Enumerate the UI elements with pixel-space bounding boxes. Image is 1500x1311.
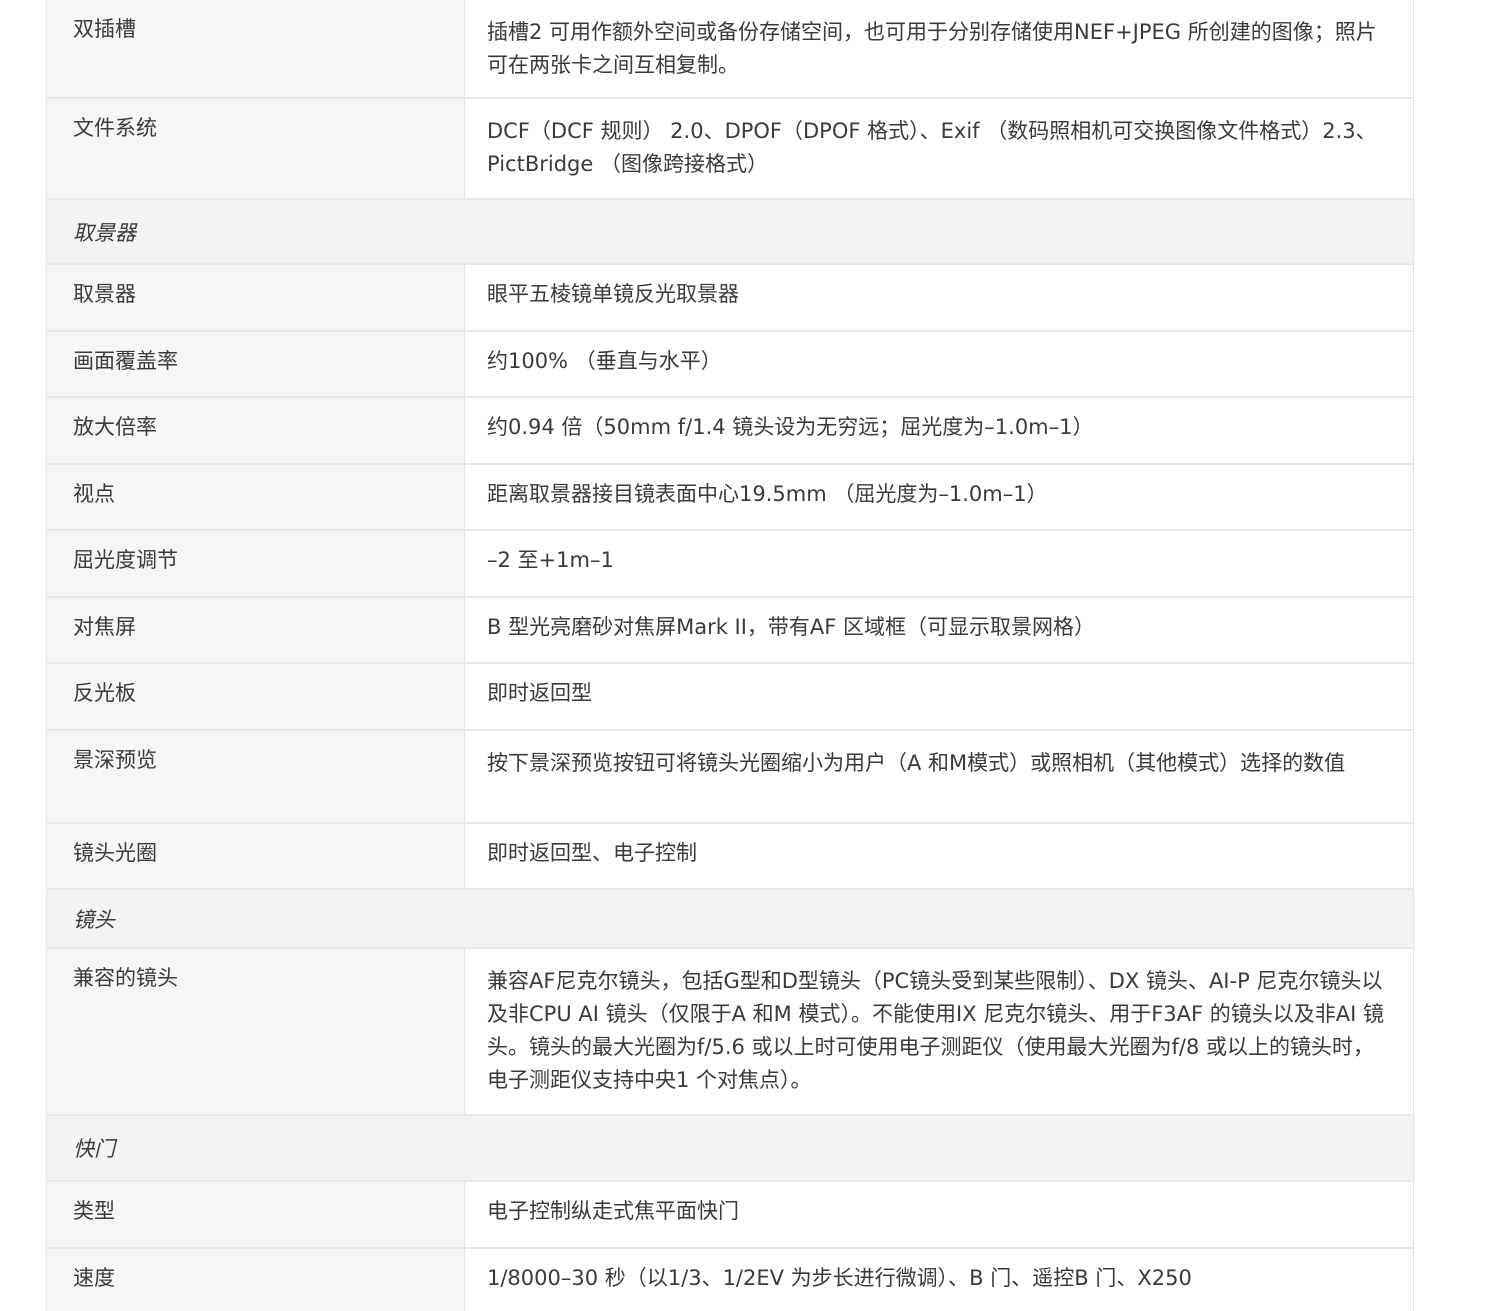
- spec-value: 约100% （垂直与水平）: [487, 349, 722, 373]
- spec-row-file-system: 文件系统 DCF（DCF 规则） 2.0、DPOF（DPOF 格式）、Exif …: [47, 99, 1413, 200]
- spec-label: 反光板: [47, 664, 465, 729]
- spec-row-magnification: 放大倍率 约0.94 倍（50mm f/1.4 镜头设为无穷远；屈光度为–1.0…: [47, 398, 1413, 465]
- section-header-viewfinder: 取景器: [47, 200, 1413, 265]
- spec-row-compatible-lenses: 兼容的镜头 兼容AF尼克尔镜头，包括G型和D型镜头（PC镜头受到某些限制）、DX…: [47, 949, 1413, 1116]
- spec-label: 取景器: [47, 265, 465, 330]
- spec-value: 兼容AF尼克尔镜头，包括G型和D型镜头（PC镜头受到某些限制）、DX 镜头、AI…: [487, 969, 1384, 1092]
- spec-label: 放大倍率: [47, 398, 465, 463]
- spec-value: 约0.94 倍（50mm f/1.4 镜头设为无穷远；屈光度为–1.0m–1）: [487, 415, 1094, 439]
- spec-row-diopter: 屈光度调节 –2 至+1m–1: [47, 531, 1413, 598]
- spec-label: 双插槽: [47, 0, 465, 97]
- spec-row-dual-slot: 双插槽 插槽2 可用作额外空间或备份存储空间，也可用于分别存储使用NEF+JPE…: [47, 0, 1413, 99]
- spec-value: 电子控制纵走式焦平面快门: [487, 1199, 739, 1223]
- spec-value: 按下景深预览按钮可将镜头光圈缩小为用户（A 和M模式）或照相机（其他模式）选择的…: [487, 751, 1346, 775]
- spec-label: 画面覆盖率: [47, 332, 465, 396]
- spec-label: 屈光度调节: [47, 531, 465, 596]
- spec-table: 双插槽 插槽2 可用作额外空间或备份存储空间，也可用于分别存储使用NEF+JPE…: [46, 0, 1414, 1311]
- spec-row-shutter-type: 类型 电子控制纵走式焦平面快门: [47, 1182, 1413, 1249]
- spec-value: 即时返回型、电子控制: [487, 841, 697, 865]
- spec-row-frame-coverage: 画面覆盖率 约100% （垂直与水平）: [47, 332, 1413, 398]
- spec-label: 兼容的镜头: [47, 949, 465, 1114]
- spec-value: 即时返回型: [487, 681, 592, 705]
- spec-row-viewfinder: 取景器 眼平五棱镜单镜反光取景器: [47, 265, 1413, 332]
- section-header-lens: 镜头: [47, 890, 1413, 949]
- spec-value: B 型光亮磨砂对焦屏Mark II，带有AF 区域框（可显示取景网格）: [487, 615, 1096, 639]
- spec-row-depth-of-field-preview: 景深预览 按下景深预览按钮可将镜头光圈缩小为用户（A 和M模式）或照相机（其他模…: [47, 731, 1413, 824]
- spec-label: 对焦屏: [47, 598, 465, 662]
- spec-label: 视点: [47, 465, 465, 529]
- spec-value: 距离取景器接目镜表面中心19.5mm （屈光度为–1.0m–1）: [487, 482, 1048, 506]
- page-margin: [0, 0, 46, 1311]
- spec-row-focusing-screen: 对焦屏 B 型光亮磨砂对焦屏Mark II，带有AF 区域框（可显示取景网格）: [47, 598, 1413, 664]
- spec-value: –2 至+1m–1: [487, 548, 614, 572]
- spec-value: 1/8000–30 秒（以1/3、1/2EV 为步长进行微调）、B 门、遥控B …: [487, 1266, 1192, 1290]
- spec-row-reflex-mirror: 反光板 即时返回型: [47, 664, 1413, 731]
- spec-label: 文件系统: [47, 99, 465, 198]
- spec-label: 景深预览: [47, 731, 465, 822]
- spec-label: 速度: [47, 1249, 465, 1311]
- spec-value: 插槽2 可用作额外空间或备份存储空间，也可用于分别存储使用NEF+JPEG 所创…: [487, 20, 1377, 77]
- spec-value: DCF（DCF 规则） 2.0、DPOF（DPOF 格式）、Exif （数码照相…: [487, 119, 1377, 176]
- spec-label: 类型: [47, 1182, 465, 1247]
- spec-row-shutter-speed: 速度 1/8000–30 秒（以1/3、1/2EV 为步长进行微调）、B 门、遥…: [47, 1249, 1413, 1311]
- spec-row-eyepoint: 视点 距离取景器接目镜表面中心19.5mm （屈光度为–1.0m–1）: [47, 465, 1413, 531]
- section-header-shutter: 快门: [47, 1116, 1413, 1182]
- spec-row-lens-aperture: 镜头光圈 即时返回型、电子控制: [47, 824, 1413, 890]
- spec-label: 镜头光圈: [47, 824, 465, 888]
- spec-value: 眼平五棱镜单镜反光取景器: [487, 282, 739, 306]
